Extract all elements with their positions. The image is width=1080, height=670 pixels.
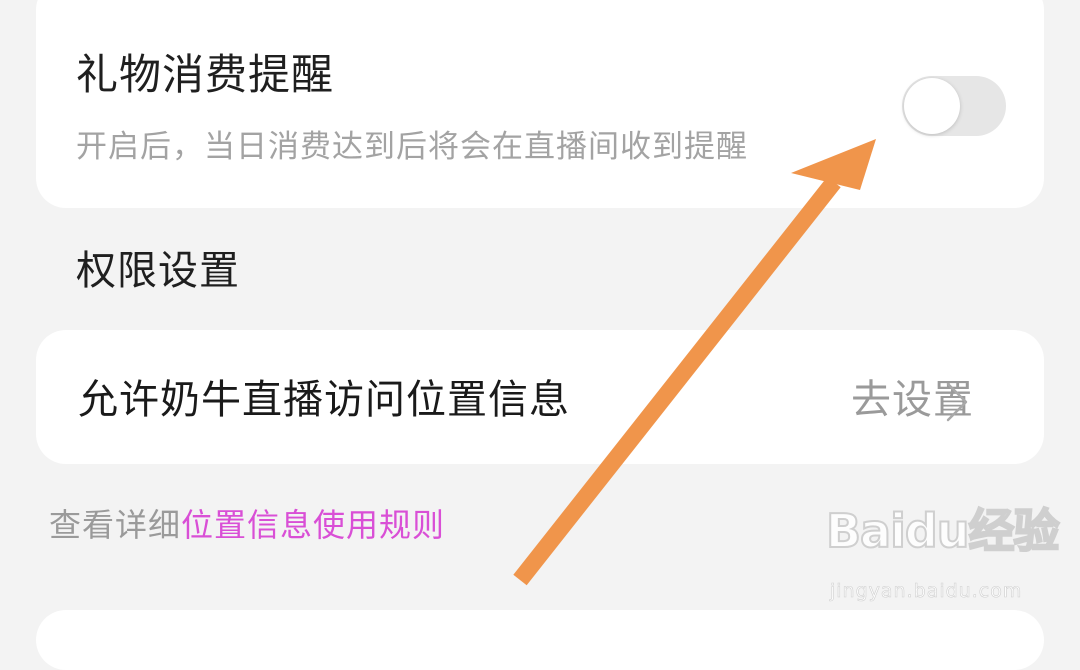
gift-reminder-description: 开启后，当日消费达到后将会在直播间收到提醒 [76, 129, 748, 165]
baidu-watermark: Baidu经验 jingyan.baidu.com [825, 507, 1061, 608]
location-permission-row[interactable]: 允许奶牛直播访问位置信息 去设置 [36, 330, 1044, 464]
location-rules-prefix: 查看详细 [49, 506, 182, 544]
gift-reminder-title: 礼物消费提醒 [76, 50, 335, 99]
baidu-watermark-url: jingyan.baidu.com [830, 580, 1023, 602]
gift-reminder-card: 礼物消费提醒 开启后，当日消费达到后将会在直播间收到提醒 [36, 0, 1044, 208]
location-rules-link[interactable]: 位置信息使用规则 [181, 506, 445, 544]
location-rules-note: 查看详细位置信息使用规则 [49, 509, 445, 541]
gift-reminder-toggle[interactable] [902, 76, 1006, 136]
next-card [36, 610, 1044, 670]
permissions-section-title: 权限设置 [76, 248, 240, 294]
baidu-watermark-logo: Baidu经验 [825, 504, 1061, 558]
location-permission-label: 允许奶牛直播访问位置信息 [78, 377, 570, 423]
chevron-right-icon [946, 382, 968, 422]
toggle-knob [904, 78, 960, 134]
